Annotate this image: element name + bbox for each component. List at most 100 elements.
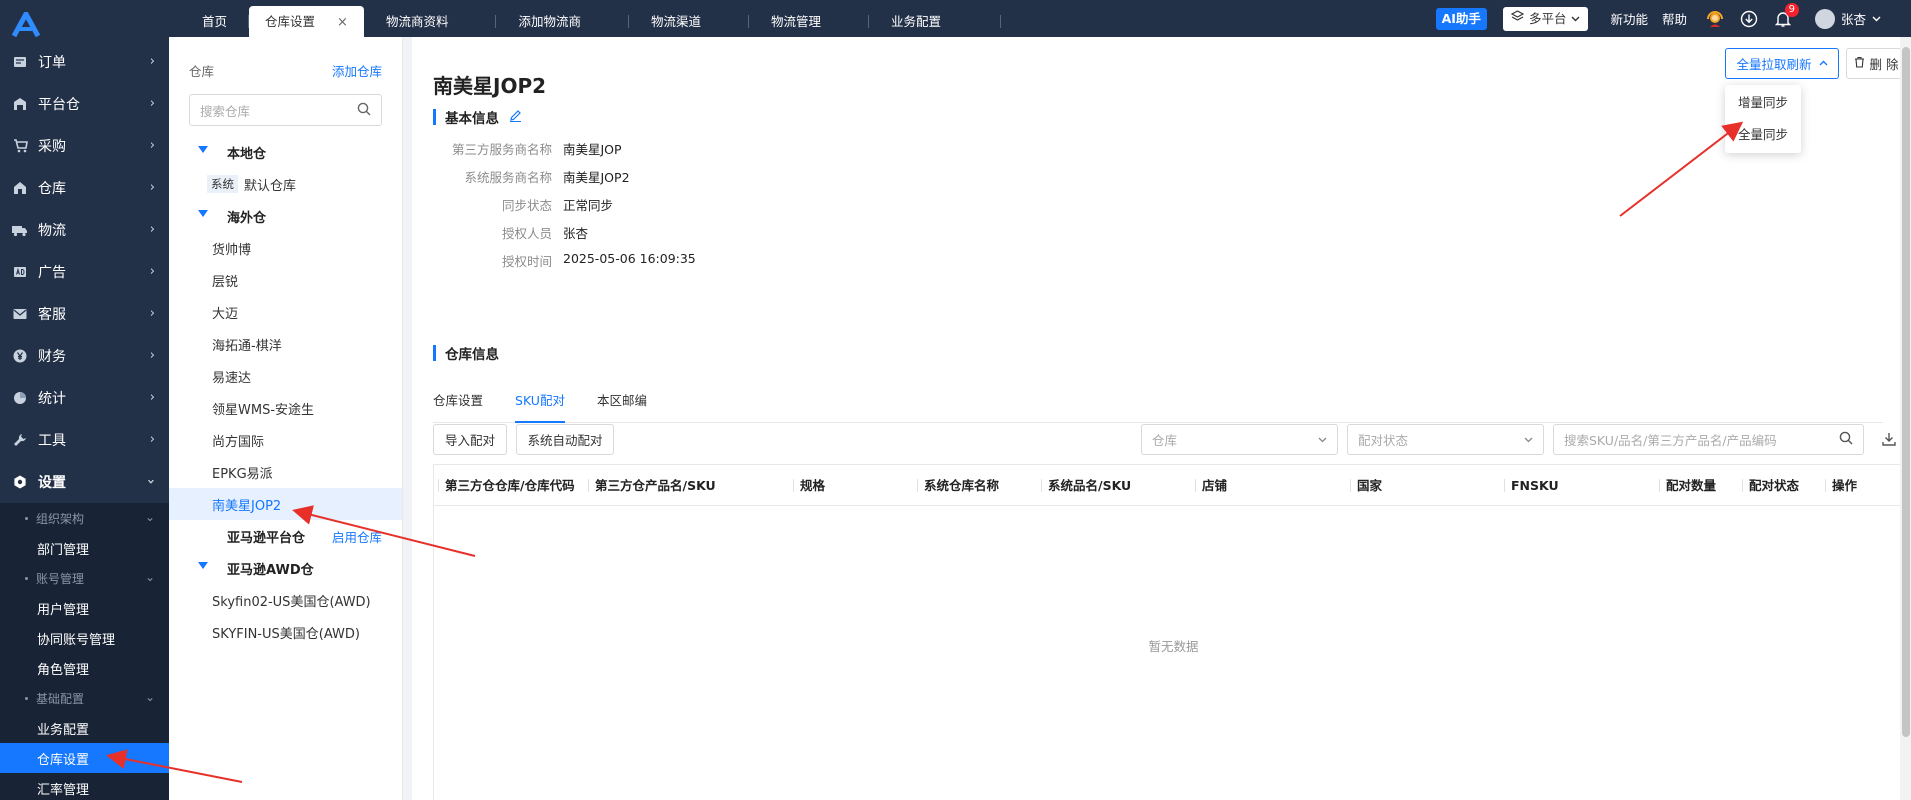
user-menu[interactable]: 张杏 — [1814, 8, 1881, 29]
submenu-group-account[interactable]: 账号管理 ⌄ — [0, 563, 169, 593]
sidebar-item-customer-service[interactable]: 客服 › — [0, 293, 169, 335]
import-pairing-button[interactable]: 导入配对 — [433, 424, 507, 455]
tree-group-local[interactable]: 本地仓 — [169, 136, 402, 168]
tab-warehouse-settings[interactable]: 仓库设置 × — [249, 6, 364, 37]
tree-item-default[interactable]: 系统 默认仓库 — [169, 168, 402, 200]
app-root: { "header": { "tabs": [ {"label": "首页"},… — [0, 0, 1911, 800]
sidebar-item-platform-warehouse[interactable]: 平台仓 › — [0, 83, 169, 125]
section-warehouse-info: 仓库信息 — [433, 345, 499, 363]
tree-item[interactable]: 货帅博 — [169, 232, 402, 264]
close-icon[interactable]: × — [337, 15, 348, 30]
tree-item[interactable]: 大迈 — [169, 296, 402, 328]
warehouse-select[interactable]: 仓库 — [1141, 424, 1338, 455]
chevron-down-icon — [1318, 432, 1327, 447]
warehouse-panel: 仓库 添加仓库 搜索仓库 本地仓 系统 默认仓库 海外仓 货帅博 层锐 大迈 海拓… — [169, 37, 403, 800]
tab-home[interactable]: 首页 — [180, 6, 250, 37]
notification-badge: 9 — [1784, 2, 1799, 17]
tree-item[interactable]: 海拓通-棋洋 — [169, 328, 402, 360]
delete-button[interactable]: 删 除 — [1846, 48, 1906, 79]
sidebar-item-roles[interactable]: 角色管理 — [0, 653, 169, 683]
ai-assistant-button[interactable]: AI助手 — [1435, 7, 1487, 30]
submenu-group-basic-config[interactable]: 基础配置 ⌄ — [0, 683, 169, 713]
sidebar-item-department[interactable]: 部门管理 — [0, 533, 169, 563]
app-logo[interactable] — [0, 0, 52, 50]
sidebar-item-finance[interactable]: 财务 › — [0, 335, 169, 377]
column-header: 配对状态 — [1741, 465, 1799, 506]
sidebar-item-settings[interactable]: 设置 › — [0, 461, 169, 503]
export-download-icon[interactable] — [1881, 431, 1897, 447]
sidebar-item-purchase[interactable]: 采购 › — [0, 125, 169, 167]
pairing-status-select[interactable]: 配对状态 — [1347, 424, 1544, 455]
auto-pairing-button[interactable]: 系统自动配对 — [516, 424, 614, 455]
help-link[interactable]: 帮助 — [1662, 9, 1687, 28]
caret-down-icon[interactable] — [198, 146, 208, 153]
subtab-warehouse-settings[interactable]: 仓库设置 — [433, 385, 483, 423]
sidebar-item-warehouse[interactable]: 仓库 › — [0, 167, 169, 209]
sidebar-item-label: 统计 — [38, 391, 66, 407]
tree-item[interactable]: 尚方国际 — [169, 424, 402, 456]
avatar — [1814, 8, 1835, 29]
download-icon[interactable] — [1739, 9, 1759, 29]
tree-item[interactable]: Skyfin02-US美国仓(AWD) — [169, 584, 402, 616]
sidebar-item-exchange-rate[interactable]: 汇率管理 — [0, 773, 169, 800]
field-value: 张杏 — [563, 226, 589, 241]
column-header: 规格 — [792, 465, 825, 506]
sidebar-item-business-config[interactable]: 业务配置 — [0, 713, 169, 743]
tab-add-logistics[interactable]: 添加物流商 — [496, 6, 629, 37]
chevron-up-icon — [1819, 56, 1828, 71]
sidebar-item-label: 工具 — [38, 433, 66, 449]
tree-group-overseas[interactable]: 海外仓 — [169, 200, 402, 232]
field-label: 授权人员 — [501, 226, 552, 241]
full-pull-refresh-button[interactable]: 全量拉取刷新 — [1725, 48, 1839, 79]
tree-group-awd[interactable]: 亚马逊AWD仓 — [169, 552, 402, 584]
sku-search-input[interactable]: 搜索SKU/品名/第三方产品名/产品编码 — [1553, 424, 1864, 455]
subtab-sku-pairing[interactable]: SKU配对 — [515, 385, 565, 423]
warehouse-search-input[interactable]: 搜索仓库 — [189, 94, 382, 126]
full-sync-option[interactable]: 全量同步 — [1725, 119, 1801, 151]
chevron-down-icon — [1872, 11, 1881, 26]
search-icon[interactable] — [357, 102, 371, 119]
tree-item[interactable]: SKYFIN-US美国仓(AWD) — [169, 616, 402, 648]
tab-logistics-management[interactable]: 物流管理 — [749, 6, 870, 37]
sidebar-item-statistics[interactable]: 统计 › — [0, 377, 169, 419]
bell-icon[interactable]: 9 — [1773, 2, 1799, 29]
sidebar-item-users[interactable]: 用户管理 — [0, 593, 169, 623]
sidebar: 订单 › 平台仓 › 采购 › 仓库 › 物流 › 广告 › 客服 › 财务 › 统计 › 工具 ›… — [0, 37, 169, 800]
tab-logistics-info[interactable]: 物流商资料 — [364, 6, 497, 37]
sidebar-item-tools[interactable]: 工具 › — [0, 419, 169, 461]
add-warehouse-link[interactable]: 添加仓库 — [332, 61, 382, 80]
page-title: 南美星JOP2 — [433, 74, 547, 98]
scrollbar[interactable] — [1900, 37, 1911, 800]
group-label: 账号管理 — [36, 571, 85, 586]
incremental-sync-option[interactable]: 增量同步 — [1725, 87, 1801, 119]
subtab-zip-codes[interactable]: 本区邮编 — [597, 385, 647, 423]
tree-item[interactable]: EPKG易派 — [169, 456, 402, 488]
tree-item[interactable]: 易速达 — [169, 360, 402, 392]
tab-business-config[interactable]: 业务配置 — [869, 6, 1002, 37]
tree-item[interactable]: 层锐 — [169, 264, 402, 296]
sidebar-item-logistics[interactable]: 物流 › — [0, 209, 169, 251]
tab-logistics-channel[interactable]: 物流渠道 — [629, 6, 750, 37]
gear-icon — [12, 474, 28, 490]
support-agent-icon[interactable] — [1705, 9, 1725, 29]
tree-item[interactable]: 领星WMS-安途生 — [169, 392, 402, 424]
field-value: 南美星JOP2 — [563, 170, 630, 185]
sidebar-item-ads[interactable]: 广告 › — [0, 251, 169, 293]
detail-subtabs: 仓库设置 SKU配对 本区邮编 — [433, 385, 1883, 423]
scrollbar-thumb[interactable] — [1902, 47, 1910, 737]
tree-group-amazon[interactable]: 亚马逊平台仓 启用仓库 — [169, 520, 402, 552]
sidebar-item-collab-accounts[interactable]: 协同账号管理 — [0, 623, 169, 653]
enable-warehouse-link[interactable]: 启用仓库 — [332, 527, 382, 546]
sidebar-item-warehouse-settings[interactable]: 仓库设置 — [0, 743, 169, 773]
edit-icon[interactable] — [509, 109, 522, 126]
submenu-group-org[interactable]: 组织架构 ⌄ — [0, 503, 169, 533]
platform-selector[interactable]: 多平台 — [1502, 6, 1589, 31]
chevron-right-icon: › — [149, 222, 155, 237]
caret-down-icon[interactable] — [198, 562, 208, 569]
chevron-down-icon: ⌄ — [144, 510, 155, 524]
search-icon[interactable] — [1839, 431, 1853, 448]
tree-item-selected[interactable]: 南美星JOP2 — [169, 488, 402, 520]
group-label: 基础配置 — [36, 691, 85, 706]
new-feature-link[interactable]: 新功能 — [1610, 9, 1648, 28]
caret-down-icon[interactable] — [198, 210, 208, 217]
